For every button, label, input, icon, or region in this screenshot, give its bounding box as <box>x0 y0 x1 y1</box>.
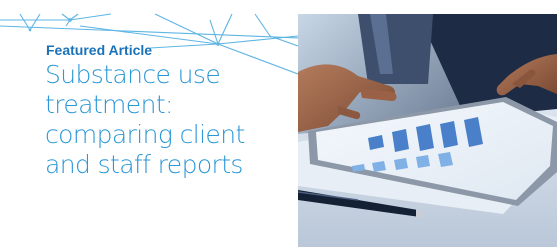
article-title-line-4: and staff reports <box>45 150 243 179</box>
article-title-line-2: treatment: <box>45 90 173 119</box>
article-title[interactable]: Substance use treatment: comparing clien… <box>45 60 290 180</box>
article-title-line-3: comparing client <box>45 120 245 149</box>
tablet-chart-photo <box>298 14 557 247</box>
featured-article-banner[interactable]: Featured Article Substance use treatment… <box>0 0 557 247</box>
article-title-line-1: Substance use <box>45 60 221 89</box>
featured-article-label: Featured Article <box>46 42 153 58</box>
text-panel: Featured Article Substance use treatment… <box>0 0 298 247</box>
